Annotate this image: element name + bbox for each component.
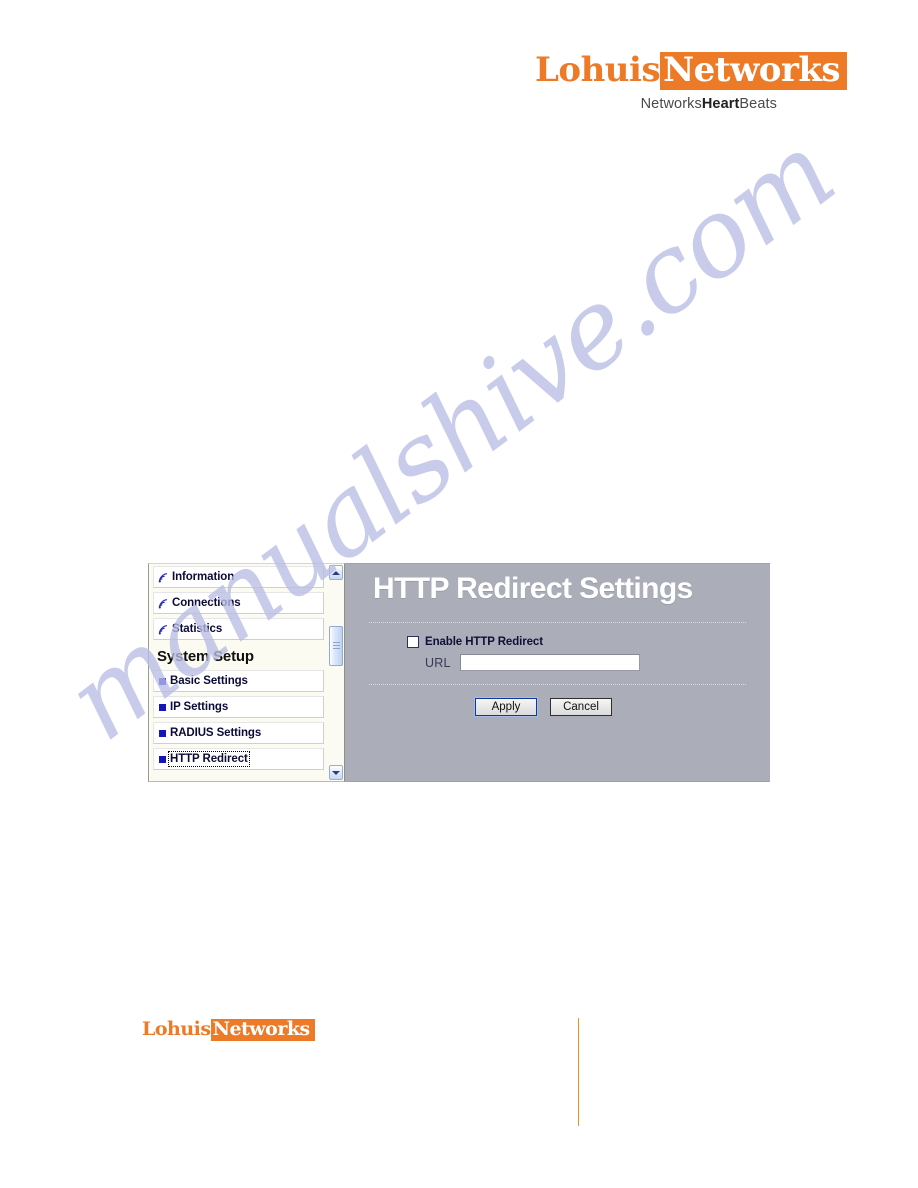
scroll-up-icon[interactable] [329,565,343,580]
wave-icon [158,572,169,583]
sidebar-item-radius-settings[interactable]: RADIUS Settings [153,722,324,744]
divider-bottom [369,684,746,686]
tagline-suffix: Beats [739,96,777,112]
footer-logo: Lohuis Networks [142,1019,315,1041]
sidebar-item-statistics[interactable]: Statistics [153,618,324,640]
sidebar-section-heading: System Setup [157,648,254,665]
scroll-down-icon[interactable] [329,765,343,780]
wave-icon [158,598,169,609]
url-field-row: URL [367,654,748,671]
enable-http-redirect-label: Enable HTTP Redirect [425,636,543,648]
sidebar-item-label: RADIUS Settings [170,727,262,739]
sidebar-item-ip-settings[interactable]: IP Settings [153,696,324,718]
blue-square-icon [159,677,166,685]
sidebar-item-label: Information [172,571,235,583]
page-title: HTTP Redirect Settings [373,572,693,605]
footer-logo-wordmark: Lohuis Networks [142,1019,315,1041]
logo-wordmark: Lohuis Networks [535,50,848,90]
sidebar-item-label: Statistics [172,623,223,635]
footer-logo-networks-text: Networks [210,1019,315,1041]
sidebar-item-basic-settings[interactable]: Basic Settings [153,670,324,692]
tagline-prefix: Networks [640,96,702,112]
url-input[interactable] [459,654,640,671]
blue-square-icon [159,703,166,711]
settings-panel: HTTP Redirect Settings Enable HTTP Redir… [345,563,770,782]
sidebar-item-label: Basic Settings [170,675,248,687]
sidebar-item-http-redirect[interactable]: HTTP Redirect [153,748,324,770]
tagline-bold: Heart [701,96,740,112]
divider-top [369,622,746,624]
blue-square-icon [159,729,166,737]
scrollbar-grip-icon [332,642,340,650]
sidebar-item-label: IP Settings [170,701,229,713]
sidebar-item-label: Connections [172,597,241,609]
url-label: URL [425,655,451,670]
cancel-button[interactable]: Cancel [550,698,612,716]
navigation-pane: Information Connections Statistics Syste… [148,563,328,782]
footer-vertical-rule [578,1018,579,1126]
logo-networks-text: Networks [660,52,848,90]
scrollbar-thumb[interactable] [329,626,343,666]
chevron-up-glyph [332,570,340,575]
header-logo: Lohuis Networks NetworksHeartBeats [535,50,848,112]
enable-http-redirect-row: Enable HTTP Redirect [367,636,748,648]
logo-lohuis-text: Lohuis [535,50,661,90]
router-admin-screenshot: Information Connections Statistics Syste… [148,563,770,782]
enable-http-redirect-checkbox[interactable] [407,636,419,648]
form-actions: Apply Cancel [367,698,748,716]
logo-tagline: NetworksHeartBeats [535,96,785,112]
chevron-down-glyph [332,770,340,775]
navigation-scrollbar[interactable] [328,563,345,782]
footer-logo-lohuis-text: Lohuis [142,1018,211,1040]
sidebar-item-label: HTTP Redirect [168,751,250,767]
sidebar-item-connections[interactable]: Connections [153,592,324,614]
sidebar-item-information[interactable]: Information [153,566,324,588]
wave-icon [158,624,169,635]
blue-square-icon [159,755,166,763]
apply-button[interactable]: Apply [475,698,537,716]
